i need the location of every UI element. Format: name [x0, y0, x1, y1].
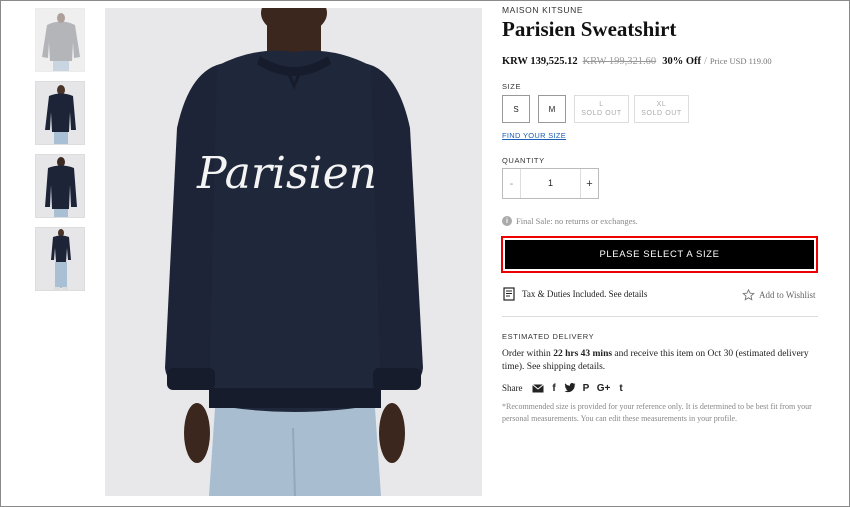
- product-title: Parisien Sweatshirt: [502, 17, 677, 41]
- delivery-info: Order within 22 hrs 43 mins and receive …: [502, 348, 818, 374]
- sweatshirt-print: Parisien: [196, 148, 377, 199]
- quantity-input[interactable]: 1: [521, 169, 580, 198]
- thumbnail-full[interactable]: [35, 227, 85, 291]
- divider: [502, 316, 818, 317]
- size-label: SIZE: [502, 82, 522, 91]
- thumbnail-back[interactable]: [35, 154, 85, 218]
- current-price: KRW 139,525.12: [502, 56, 578, 67]
- size-option-label: XL: [656, 101, 667, 108]
- product-photo: Parisien: [105, 8, 482, 496]
- size-option-label: M: [548, 104, 556, 114]
- delivery-prefix: Order within: [502, 349, 554, 359]
- cta-highlight: PLEASE SELECT A SIZE: [501, 236, 818, 273]
- thumbnail-image: [36, 9, 84, 71]
- facebook-icon[interactable]: f: [548, 382, 561, 394]
- find-your-size-link[interactable]: FIND YOUR SIZE: [502, 131, 566, 140]
- quantity-stepper: - 1 +: [502, 168, 599, 199]
- pinterest-icon[interactable]: P: [580, 382, 593, 394]
- thumbnail-side[interactable]: [35, 81, 85, 145]
- google-plus-icon[interactable]: G+: [596, 382, 612, 394]
- size-selector: S M L SOLD OUT XL SOLD OUT: [502, 95, 692, 123]
- email-icon[interactable]: [532, 382, 545, 394]
- discount-badge: 30% Off: [662, 56, 701, 67]
- size-option-l[interactable]: L SOLD OUT: [574, 95, 629, 123]
- size-option-label: L: [599, 101, 604, 108]
- delivery-countdown: 22 hrs 43 mins: [553, 349, 613, 359]
- info-icon: i: [502, 216, 512, 226]
- twitter-icon[interactable]: [564, 382, 577, 394]
- original-price: KRW 199,321.60: [582, 56, 657, 67]
- estimated-delivery-label: ESTIMATED DELIVERY: [502, 332, 595, 341]
- product-main-image[interactable]: Parisien: [105, 8, 482, 496]
- final-sale-notice: i Final Sale: no returns or exchanges.: [502, 216, 638, 226]
- thumbnail-front[interactable]: [35, 8, 85, 72]
- share-row: Share f P G+ t: [502, 382, 631, 394]
- price-row: KRW 139,525.12 KRW 199,321.60 30% Off / Pric…: [502, 56, 772, 67]
- size-option-m[interactable]: M: [538, 95, 566, 123]
- quantity-label: QUANTITY: [502, 156, 545, 165]
- brand-name[interactable]: MAISON KITSUNE: [502, 5, 583, 15]
- thumbnail-list: [35, 8, 85, 300]
- sold-out-label: SOLD OUT: [641, 110, 682, 117]
- star-icon: [742, 289, 755, 301]
- select-size-button[interactable]: PLEASE SELECT A SIZE: [505, 240, 814, 269]
- tax-duties-row[interactable]: Tax & Duties Included. See details: [502, 287, 647, 301]
- share-label: Share: [502, 383, 523, 393]
- quantity-increase-button[interactable]: +: [580, 169, 598, 198]
- size-option-xl[interactable]: XL SOLD OUT: [634, 95, 689, 123]
- final-sale-text: Final Sale: no returns or exchanges.: [516, 216, 638, 226]
- tax-duties-text: Tax & Duties Included. See details: [522, 289, 648, 299]
- add-to-wishlist-button[interactable]: Add to Wishlist: [742, 289, 815, 301]
- quantity-decrease-button[interactable]: -: [503, 169, 521, 198]
- thumbnail-image: [36, 82, 84, 144]
- usd-price: Price USD 119.00: [709, 56, 772, 66]
- size-recommendation-note: *Recommended size is provided for your r…: [502, 402, 812, 423]
- wishlist-label: Add to Wishlist: [759, 290, 816, 300]
- receipt-icon: [503, 287, 515, 301]
- tumblr-icon[interactable]: t: [615, 382, 628, 394]
- sold-out-label: SOLD OUT: [581, 110, 622, 117]
- thumbnail-image: [36, 155, 84, 217]
- size-option-s[interactable]: S: [502, 95, 530, 123]
- price-separator: /: [703, 56, 707, 67]
- thumbnail-image: [36, 228, 84, 290]
- size-option-label: S: [513, 104, 519, 114]
